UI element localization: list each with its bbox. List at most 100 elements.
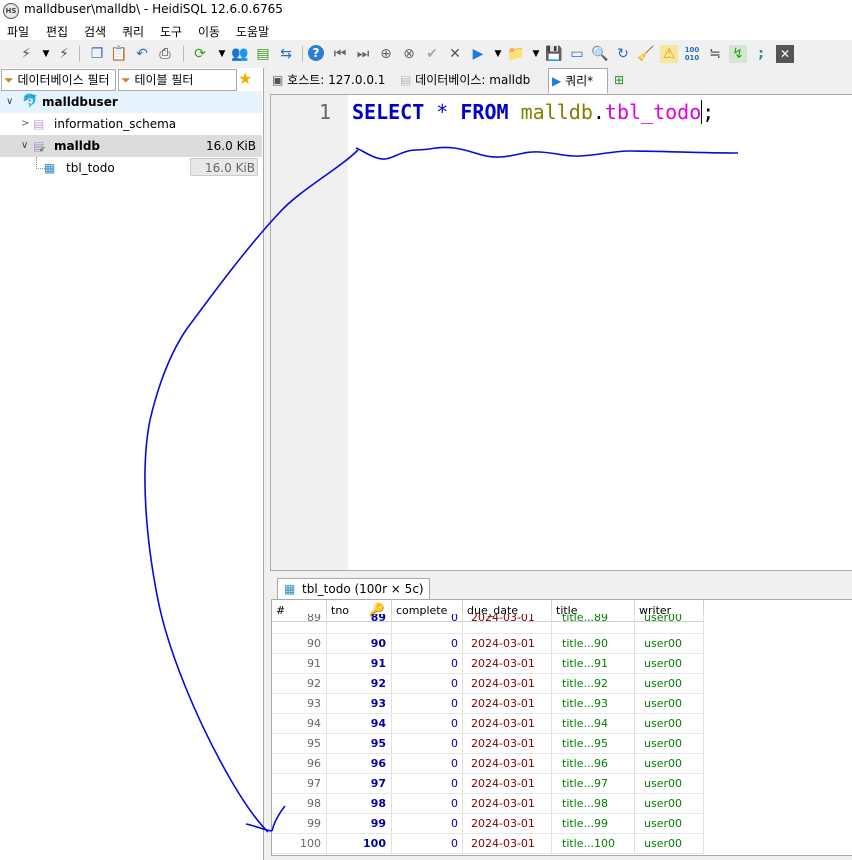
post-icon[interactable]: ✔ [423, 45, 441, 63]
cell-title[interactable]: title...91 [552, 654, 635, 674]
close-icon[interactable]: ✕ [776, 45, 794, 63]
chevron-right-icon[interactable]: > [21, 113, 29, 135]
cell-complete[interactable]: 0 [392, 674, 463, 694]
cell-due-date[interactable]: 2024-03-01 [463, 814, 552, 834]
cell-row-number[interactable]: 89 [272, 614, 327, 634]
replace-icon[interactable]: ↻ [614, 45, 632, 63]
menu-tools[interactable]: 도구 [160, 23, 182, 40]
table-row[interactable]: 97 97 0 2024-03-01 title...97 user00 [272, 774, 704, 794]
users-icon[interactable]: 👥 [231, 45, 249, 63]
cell-tno[interactable]: 94 [327, 714, 392, 734]
menu-help[interactable]: 도움말 [236, 23, 269, 40]
tree-item-tbl-todo[interactable]: ▦ tbl_todo 16.0 KiB [0, 157, 262, 179]
cell-row-number[interactable]: 96 [272, 754, 327, 774]
cell-complete[interactable]: 0 [392, 614, 463, 634]
cell-row-number[interactable]: 100 [272, 834, 327, 854]
cell-complete[interactable]: 0 [392, 714, 463, 734]
favorites-star-icon[interactable]: ★ [238, 69, 252, 88]
cell-writer[interactable]: user00 [635, 674, 704, 694]
cell-row-number[interactable]: 94 [272, 714, 327, 734]
cell-due-date[interactable]: 2024-03-01 [463, 654, 552, 674]
cell-complete[interactable]: 0 [392, 814, 463, 834]
result-grid[interactable]: # tno 🔑 complete due_date title writer 8… [271, 599, 852, 856]
menu-edit[interactable]: 편집 [46, 23, 68, 40]
cell-tno[interactable]: 89 [327, 614, 392, 634]
tree-item-information-schema[interactable]: > ▤ information_schema [0, 113, 262, 135]
tree-item-malldbuser[interactable]: ∨ 🐬 malldbuser [0, 91, 262, 113]
cell-title[interactable]: title...95 [552, 734, 635, 754]
warning-icon[interactable]: ⚠ [660, 45, 678, 63]
cell-complete[interactable]: 0 [392, 694, 463, 714]
cell-tno[interactable]: 90 [327, 634, 392, 654]
cell-due-date[interactable]: 2024-03-01 [463, 714, 552, 734]
cell-complete[interactable]: 0 [392, 654, 463, 674]
cell-writer[interactable]: user00 [635, 694, 704, 714]
menu-search[interactable]: 검색 [84, 23, 106, 40]
cell-writer[interactable]: user00 [635, 814, 704, 834]
disconnect-icon[interactable]: ⚡ [55, 45, 73, 63]
cell-due-date[interactable]: 2024-03-01 [463, 794, 552, 814]
cell-tno[interactable]: 97 [327, 774, 392, 794]
chevron-down-icon[interactable]: ∨ [21, 135, 28, 157]
result-tab[interactable]: ▦ tbl_todo (100r × 5c) [277, 578, 430, 599]
cell-writer[interactable]: user00 [635, 714, 704, 734]
table-filter-input[interactable]: ⏷ 테이블 필터 [118, 69, 237, 91]
table-row[interactable]: 91 91 0 2024-03-01 title...91 user00 [272, 654, 704, 674]
first-record-icon[interactable]: ⏮ [331, 45, 349, 63]
clear-icon[interactable]: 🧹 [637, 45, 655, 63]
table-row[interactable]: 100 100 0 2024-03-01 title...100 user00 [272, 834, 704, 854]
cell-due-date[interactable]: 2024-03-01 [463, 734, 552, 754]
table-row[interactable]: 95 95 0 2024-03-01 title...95 user00 [272, 734, 704, 754]
cell-complete[interactable]: 0 [392, 754, 463, 774]
cell-writer[interactable]: user00 [635, 734, 704, 754]
export-icon[interactable]: ▤ [254, 45, 272, 63]
cell-title[interactable]: title...92 [552, 674, 635, 694]
cell-complete[interactable]: 0 [392, 734, 463, 754]
cell-writer[interactable]: user00 [635, 614, 704, 634]
cell-writer[interactable]: user00 [635, 834, 704, 854]
cell-due-date[interactable]: 2024-03-01 [463, 614, 552, 634]
delete-record-icon[interactable]: ⊗ [400, 45, 418, 63]
database-filter-input[interactable]: ⏷ 데이터베이스 필터 [1, 69, 116, 91]
table-row[interactable]: 89 89 0 2024-03-01 title...89 user00 [272, 614, 704, 634]
autocomplete-icon[interactable]: ↯ [729, 45, 747, 63]
cell-due-date[interactable]: 2024-03-01 [463, 834, 552, 854]
cell-row-number[interactable]: 91 [272, 654, 327, 674]
open-dropdown-icon[interactable]: ▼ [527, 45, 545, 63]
cell-complete[interactable]: 0 [392, 774, 463, 794]
table-row[interactable]: 93 93 0 2024-03-01 title...93 user00 [272, 694, 704, 714]
new-query-tab-icon[interactable]: ⊞ [614, 70, 624, 90]
cell-due-date[interactable]: 2024-03-01 [463, 694, 552, 714]
save-icon[interactable]: 💾 [545, 45, 563, 63]
table-row[interactable]: 94 94 0 2024-03-01 title...94 user00 [272, 714, 704, 734]
paste-icon[interactable]: 📋 [110, 45, 128, 63]
connect-dropdown-icon[interactable]: ▼ [37, 45, 55, 63]
cell-tno[interactable]: 91 [327, 654, 392, 674]
cell-row-number[interactable]: 95 [272, 734, 327, 754]
cell-complete[interactable]: 0 [392, 634, 463, 654]
execute-dropdown-icon[interactable]: ▼ [489, 45, 507, 63]
menu-query[interactable]: 쿼리 [122, 23, 144, 40]
menu-file[interactable]: 파일 [7, 23, 29, 40]
print-icon[interactable]: ⎙ [156, 45, 174, 63]
cell-title[interactable]: title...89 [552, 614, 635, 634]
cell-row-number[interactable]: 97 [272, 774, 327, 794]
table-row[interactable]: 96 96 0 2024-03-01 title...96 user00 [272, 754, 704, 774]
last-record-icon[interactable]: ⏭ [354, 45, 372, 63]
sql-editor[interactable]: 1 SELECT * FROM malldb.tbl_todo; [270, 94, 852, 571]
help-icon[interactable]: ? [308, 45, 324, 61]
cell-tno[interactable]: 93 [327, 694, 392, 714]
table-row[interactable]: 99 99 0 2024-03-01 title...99 user00 [272, 814, 704, 834]
menu-go[interactable]: 이동 [198, 23, 220, 40]
table-row[interactable]: 92 92 0 2024-03-01 title...92 user00 [272, 674, 704, 694]
cell-row-number[interactable]: 98 [272, 794, 327, 814]
semicolon-icon[interactable]: ; [752, 45, 770, 63]
cell-due-date[interactable]: 2024-03-01 [463, 634, 552, 654]
cell-row-number[interactable]: 99 [272, 814, 327, 834]
chevron-down-icon[interactable]: ∨ [6, 91, 13, 113]
copy-icon[interactable]: ❐ [88, 45, 106, 63]
cell-title[interactable]: title...96 [552, 754, 635, 774]
cell-title[interactable]: title...98 [552, 794, 635, 814]
cell-due-date[interactable]: 2024-03-01 [463, 674, 552, 694]
cell-tno[interactable]: 96 [327, 754, 392, 774]
